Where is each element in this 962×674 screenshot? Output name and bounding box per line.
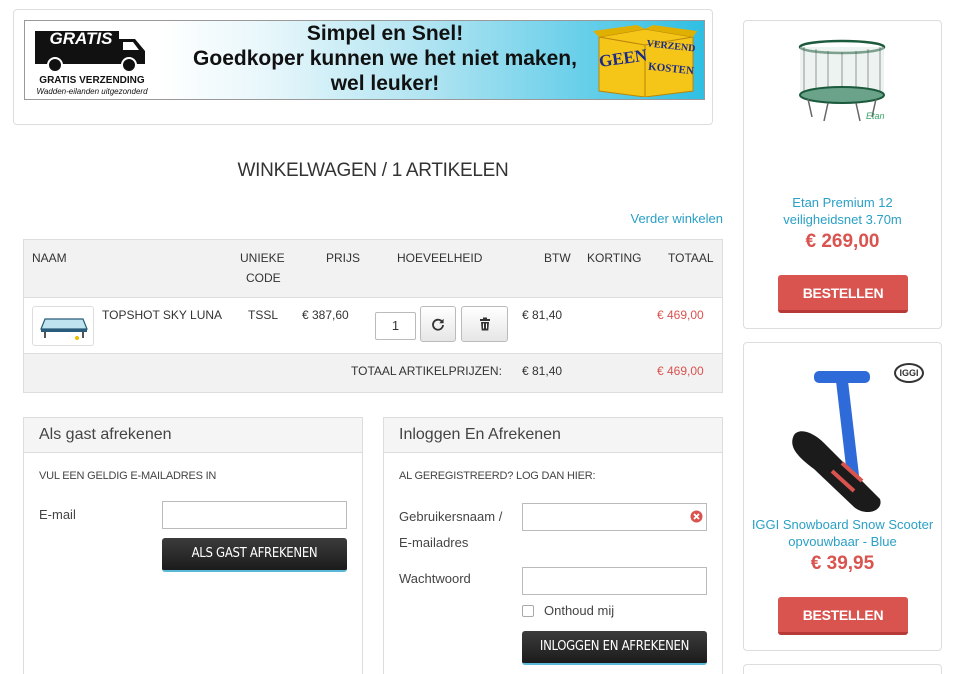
product-code: TSSL <box>248 308 279 322</box>
username-label-line1: Gebruikersnaam / <box>399 509 503 524</box>
refresh-icon <box>432 318 444 331</box>
slogan-line-1: Simpel en Snel! <box>306 22 464 45</box>
product-thumbnail[interactable] <box>32 306 94 346</box>
login-checkout-panel: Inloggen En Afrekenen AL GEREGISTREERD? … <box>383 417 723 674</box>
remember-me-label[interactable]: Onthoud mij <box>544 603 614 618</box>
banner-panel: GRATIS GRATIS VERZENDING Wadden-eilanden… <box>13 9 713 125</box>
sidebar-product-card: IGGI IGGI Snowboard Snow Scooter opvouwb… <box>743 342 942 651</box>
gratis-badge: GRATIS <box>49 29 113 48</box>
slogan-line-2: Goedkoper kunnen we het niet maken, <box>193 47 577 70</box>
product-vat: € 81,40 <box>522 308 563 322</box>
banner-slogan: Simpel en Snel! Goedkoper kunnen we het … <box>175 21 595 96</box>
password-label: Wachtwoord <box>399 571 471 586</box>
remove-item-button[interactable] <box>461 306 508 342</box>
gratis-title: GRATIS VERZENDING <box>39 75 145 86</box>
quantity-input[interactable]: 1 <box>375 312 416 340</box>
sidebar-product-name-line1[interactable]: Etan Premium 12 <box>744 194 941 211</box>
col-code-line1: UNIEKE <box>240 251 285 265</box>
continue-shopping-link[interactable]: Verder winkelen <box>631 211 724 226</box>
login-panel-note: AL GEREGISTREERD? LOG DAN HIER: <box>399 470 596 482</box>
col-price: PRIJS <box>326 251 361 265</box>
snow-scooter-image[interactable] <box>784 361 904 519</box>
error-icon <box>690 510 703 523</box>
cart-table-header: NAAM UNIEKE CODE PRIJS HOEVEELHEID BTW K… <box>24 240 722 298</box>
password-field[interactable] <box>522 567 707 595</box>
air-hockey-table-icon <box>40 318 88 340</box>
col-discount: KORTING <box>587 251 642 265</box>
sidebar-product-card <box>743 664 942 674</box>
sidebar-product-card: Etan Etan Premium 12 veiligheidsnet 3.70… <box>743 20 942 329</box>
guest-checkout-button[interactable]: ALS GAST AFREKENEN <box>162 538 347 572</box>
login-panel-title: Inloggen En Afrekenen <box>384 418 722 453</box>
totals-amount: € 469,00 <box>657 364 704 378</box>
col-vat: BTW <box>544 251 571 265</box>
email-label: E-mail <box>39 507 76 522</box>
guest-panel-note: VUL EEN GELDIG E-MAILADRES IN <box>39 470 217 482</box>
col-quantity: HOEVEELHEID <box>397 251 483 265</box>
order-button[interactable]: BESTELLEN <box>778 597 908 635</box>
etan-logo: Etan <box>866 111 885 121</box>
product-total: € 469,00 <box>657 308 704 322</box>
sidebar-product-name-line2[interactable]: opvouwbaar - Blue <box>744 533 941 550</box>
product-price: € 387,60 <box>302 308 349 322</box>
page-title: WINKELWAGEN / 1 ARTIKELEN <box>237 160 509 181</box>
slogan-line-3: wel leuker! <box>330 72 440 95</box>
sidebar-product-name-line2[interactable]: veiligheidsnet 3.70m <box>744 211 941 228</box>
sidebar-product-price: € 269,00 <box>805 231 880 252</box>
totals-label: TOTAAL ARTIKELPRIJZEN: <box>351 364 502 378</box>
table-row: TOPSHOT SKY LUNA TSSL € 387,60 1 € 81,40… <box>24 298 722 354</box>
cart-totals-row: TOTAAL ARTIKELPRIJZEN: € 81,40 € 469,00 <box>24 354 722 392</box>
sidebar-product-name[interactable]: IGGI Snowboard Snow Scooter opvouwbaar -… <box>744 516 941 550</box>
product-name[interactable]: TOPSHOT SKY LUNA <box>102 308 222 322</box>
sidebar-product-name-line1[interactable]: IGGI Snowboard Snow Scooter <box>744 516 941 533</box>
col-total: TOTAAL <box>668 251 714 265</box>
update-quantity-button[interactable] <box>420 306 456 342</box>
sidebar-product-price: € 39,95 <box>810 553 875 574</box>
email-field[interactable] <box>162 501 347 529</box>
sidebar-product-name[interactable]: Etan Premium 12 veiligheidsnet 3.70m <box>744 194 941 228</box>
username-label-line2: E-mailadres <box>399 535 469 550</box>
col-code-line2: CODE <box>246 271 281 285</box>
totals-vat: € 81,40 <box>522 364 563 378</box>
order-button[interactable]: BESTELLEN <box>778 275 908 313</box>
username-field[interactable] <box>522 503 707 531</box>
gratis-subtitle: Wadden-eilanden uitgezonderd <box>36 87 148 96</box>
cart-table: NAAM UNIEKE CODE PRIJS HOEVEELHEID BTW K… <box>23 239 723 393</box>
login-checkout-button[interactable]: INLOGGEN EN AFREKENEN <box>522 631 707 665</box>
guest-checkout-panel: Als gast afrekenen VUL EEN GELDIG E-MAIL… <box>23 417 363 674</box>
iggi-logo: IGGI <box>894 363 924 383</box>
guest-panel-title: Als gast afrekenen <box>24 418 362 453</box>
col-name: NAAM <box>32 251 67 265</box>
remember-me-checkbox[interactable] <box>522 605 534 617</box>
trash-icon <box>479 317 490 331</box>
shipping-banner[interactable]: GRATIS GRATIS VERZENDING Wadden-eilanden… <box>24 20 705 100</box>
